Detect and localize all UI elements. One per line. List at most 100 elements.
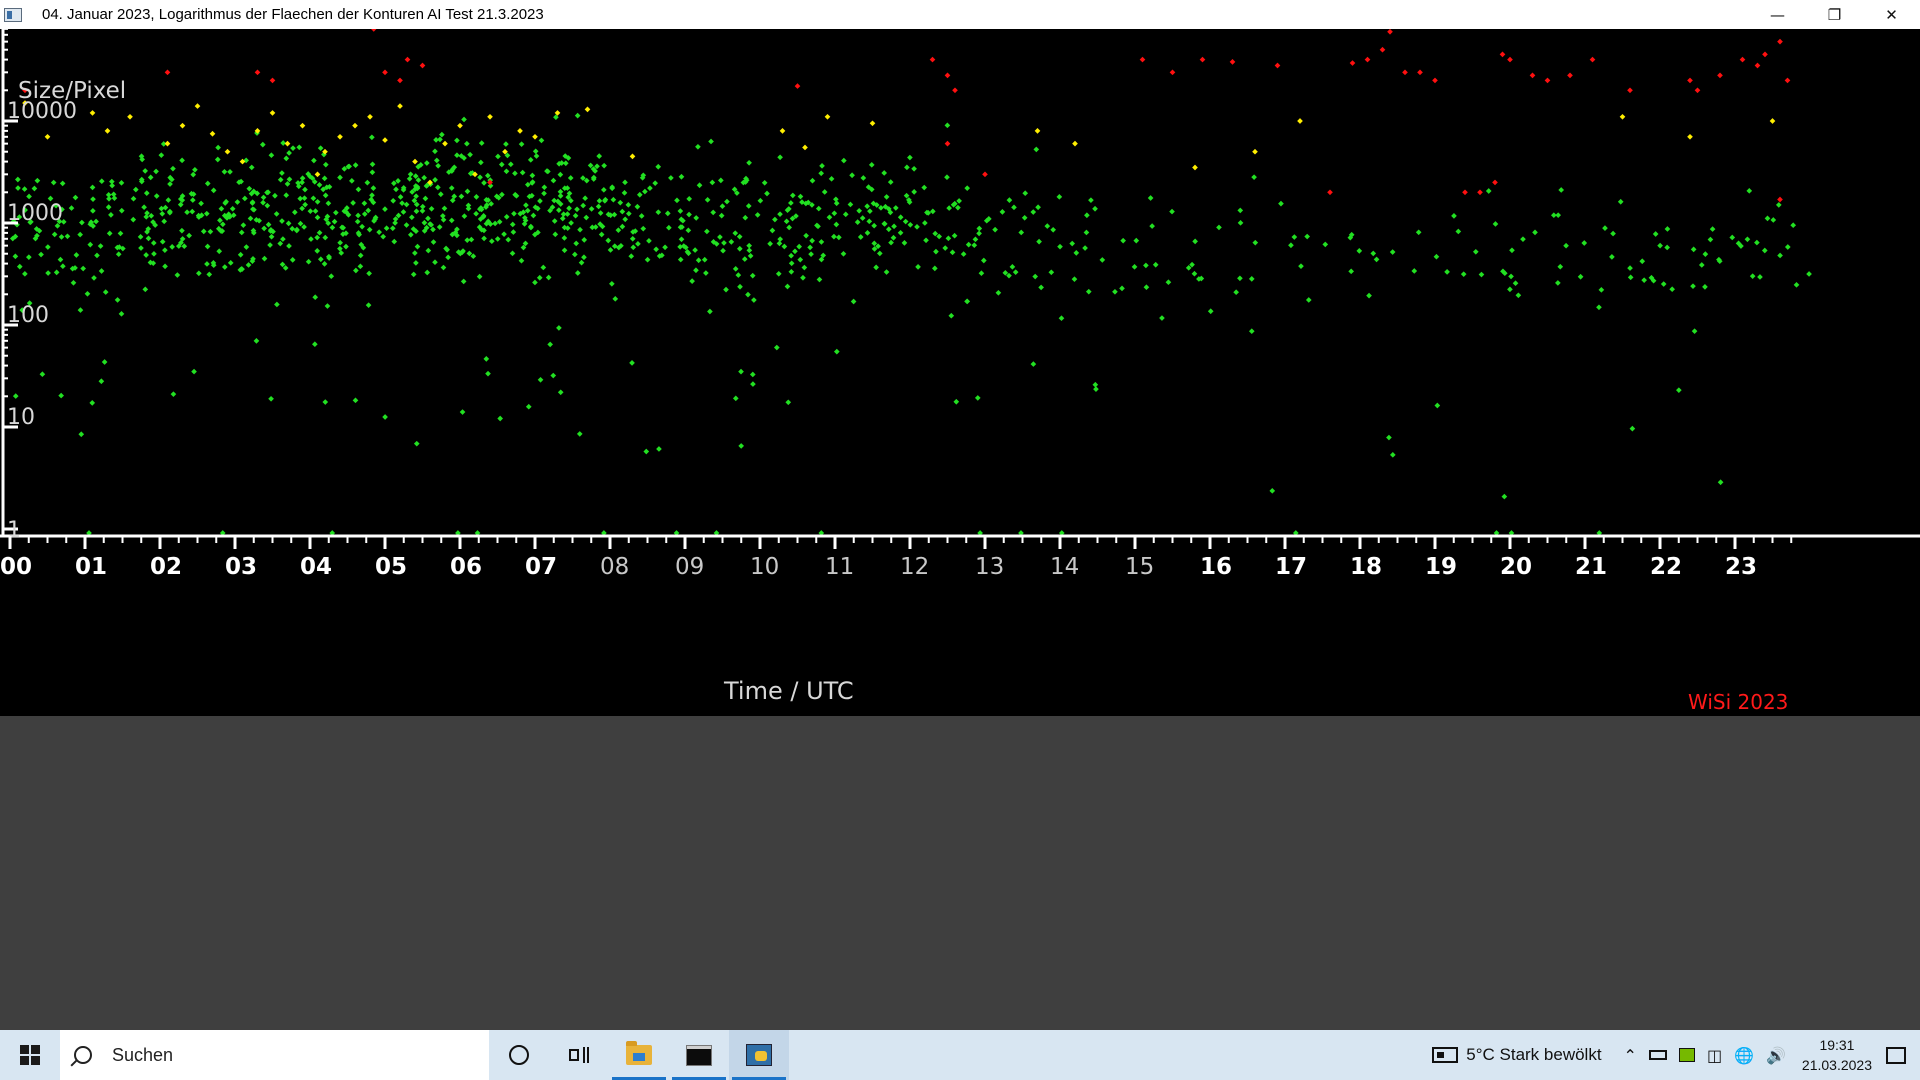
green-point bbox=[646, 237, 652, 244]
green-point bbox=[1764, 215, 1771, 222]
red-point bbox=[1687, 77, 1693, 84]
green-point bbox=[789, 192, 796, 199]
green-point bbox=[1071, 276, 1078, 282]
green-point bbox=[1676, 387, 1682, 393]
green-point bbox=[170, 165, 176, 172]
green-point bbox=[393, 186, 399, 193]
yellow-point bbox=[487, 113, 493, 120]
network-icon[interactable]: 🌐 bbox=[1734, 1046, 1754, 1065]
green-point bbox=[12, 393, 19, 399]
green-point bbox=[808, 251, 814, 257]
green-point bbox=[93, 218, 99, 225]
red-point bbox=[1349, 60, 1356, 66]
green-point bbox=[413, 260, 419, 266]
green-point bbox=[592, 224, 599, 230]
green-point bbox=[390, 197, 397, 204]
green-point bbox=[878, 205, 884, 211]
start-button[interactable] bbox=[0, 1030, 60, 1080]
green-point bbox=[842, 211, 849, 218]
green-point bbox=[537, 376, 544, 383]
chevron-up-icon[interactable]: ⌃ bbox=[1624, 1046, 1637, 1065]
x-axis-label: Time / UTC bbox=[723, 677, 854, 705]
green-point bbox=[1033, 146, 1040, 153]
app-icon[interactable] bbox=[4, 7, 22, 22]
green-point bbox=[904, 164, 910, 171]
python-app-button[interactable] bbox=[729, 1030, 789, 1080]
green-point bbox=[305, 258, 312, 265]
green-point bbox=[788, 268, 795, 275]
green-point bbox=[578, 259, 585, 266]
nvidia-icon[interactable] bbox=[1678, 1048, 1695, 1062]
green-point bbox=[636, 191, 643, 198]
green-point bbox=[15, 185, 21, 191]
green-point bbox=[162, 247, 168, 253]
red-point bbox=[1717, 72, 1723, 79]
green-point bbox=[754, 212, 761, 218]
green-point bbox=[815, 205, 822, 212]
green-point bbox=[1596, 304, 1602, 311]
green-point bbox=[797, 193, 804, 200]
green-point bbox=[642, 188, 648, 195]
restore-button[interactable]: ❐ bbox=[1806, 0, 1863, 29]
green-point bbox=[556, 207, 562, 213]
green-point bbox=[21, 186, 28, 192]
red-point bbox=[419, 62, 426, 69]
green-point bbox=[189, 208, 196, 215]
weather-icon[interactable] bbox=[1432, 1047, 1459, 1063]
green-point bbox=[1248, 328, 1255, 335]
green-point bbox=[785, 399, 792, 406]
task-view-button[interactable] bbox=[549, 1030, 609, 1080]
green-point bbox=[541, 184, 548, 191]
webcam-icon[interactable]: ◫ bbox=[1707, 1046, 1722, 1065]
green-point bbox=[1088, 197, 1094, 204]
minimize-button[interactable]: — bbox=[1749, 0, 1806, 29]
green-point bbox=[615, 227, 622, 233]
green-point bbox=[677, 208, 684, 214]
green-point bbox=[89, 400, 96, 406]
green-point bbox=[1691, 328, 1698, 334]
red-point bbox=[254, 69, 261, 76]
green-point bbox=[353, 267, 359, 274]
green-point bbox=[39, 371, 46, 378]
green-point bbox=[867, 208, 873, 215]
green-point bbox=[314, 248, 321, 254]
green-point bbox=[352, 162, 359, 168]
green-point bbox=[302, 186, 308, 193]
notification-icon[interactable] bbox=[1886, 1046, 1906, 1064]
green-point bbox=[801, 264, 808, 271]
yellow-point bbox=[1297, 118, 1303, 124]
green-point bbox=[380, 233, 387, 240]
green-point bbox=[419, 203, 426, 210]
close-button[interactable]: ✕ bbox=[1863, 0, 1920, 29]
search-icon bbox=[74, 1046, 92, 1064]
green-point bbox=[476, 273, 483, 280]
green-point bbox=[15, 176, 21, 183]
green-point bbox=[1415, 229, 1422, 236]
search-box[interactable]: Suchen bbox=[60, 1030, 489, 1080]
cortana-button[interactable] bbox=[489, 1030, 549, 1080]
green-point bbox=[1761, 247, 1768, 254]
clock[interactable]: 19:31 21.03.2023 bbox=[1802, 1035, 1872, 1075]
green-point bbox=[58, 234, 65, 240]
x-tick-label: 15 bbox=[1125, 554, 1154, 580]
green-point bbox=[664, 210, 671, 217]
volume-icon[interactable]: 🔊 bbox=[1766, 1046, 1786, 1065]
weather-text[interactable]: 5°C Stark bewölkt bbox=[1466, 1045, 1601, 1065]
file-explorer-button[interactable] bbox=[609, 1030, 669, 1080]
green-point bbox=[268, 395, 274, 402]
green-point bbox=[1152, 261, 1159, 268]
battery-icon[interactable] bbox=[1648, 1050, 1667, 1060]
green-point bbox=[141, 204, 147, 211]
green-point bbox=[850, 298, 857, 305]
green-point bbox=[1602, 225, 1608, 231]
green-point bbox=[408, 214, 415, 221]
green-point bbox=[833, 348, 840, 355]
green-point bbox=[370, 185, 377, 191]
console-button[interactable] bbox=[669, 1030, 729, 1080]
green-point bbox=[836, 234, 842, 241]
green-point bbox=[1018, 229, 1025, 236]
green-point bbox=[316, 229, 323, 236]
green-point bbox=[528, 223, 534, 230]
green-point bbox=[1749, 273, 1756, 280]
green-point bbox=[911, 189, 917, 195]
